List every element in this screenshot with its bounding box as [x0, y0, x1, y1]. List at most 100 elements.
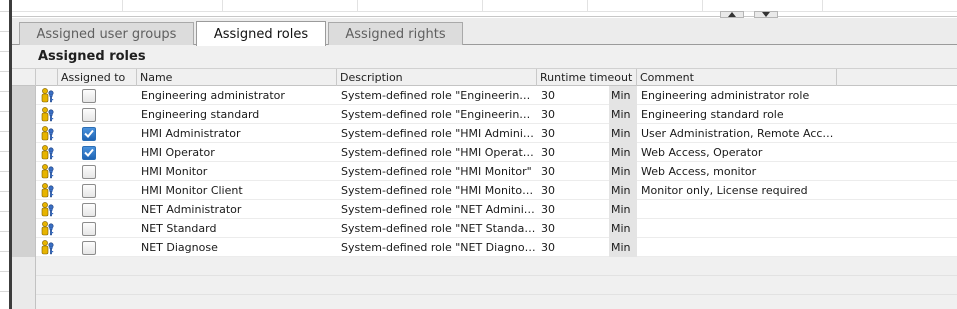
role-name[interactable]: NET Diagnose — [137, 238, 337, 257]
role-icon — [36, 162, 58, 181]
table-row[interactable]: NET Standard System-defined role "NET Sta… — [12, 219, 957, 238]
table-row[interactable]: Engineering administrator System-defined … — [12, 86, 957, 105]
assigned-checkbox[interactable] — [82, 88, 96, 103]
assigned-checkbox[interactable] — [82, 126, 96, 141]
row-handle[interactable] — [12, 105, 36, 124]
table-row[interactable]: HMI Monitor Client System-defined role "H… — [12, 181, 957, 200]
column-header-runtime-timeout[interactable]: Runtime timeout — [537, 69, 637, 86]
runtime-timeout-unit[interactable]: Min — [609, 162, 637, 181]
role-name[interactable]: Engineering administrator — [137, 86, 337, 105]
table-row[interactable]: NET Diagnose System-defined role "NET Dia… — [12, 238, 957, 257]
arrow-down-icon — [762, 12, 770, 17]
assigned-checkbox[interactable] — [82, 240, 96, 255]
left-gutter — [0, 0, 9, 309]
assigned-checkbox[interactable] — [82, 164, 96, 179]
table-row[interactable]: HMI Operator System-defined role "HMI Ope… — [12, 143, 957, 162]
empty-row — [12, 257, 957, 276]
role-comment[interactable]: Web Access, monitor — [637, 162, 837, 181]
upper-table-area — [12, 0, 957, 18]
runtime-timeout-unit[interactable]: Min — [609, 238, 637, 257]
role-comment[interactable] — [637, 219, 837, 238]
column-header-description[interactable]: Description — [337, 69, 537, 86]
role-comment[interactable]: Web Access, Operator — [637, 143, 837, 162]
empty-row — [12, 295, 957, 309]
row-handle[interactable] — [12, 143, 36, 162]
tab-assigned-user-groups[interactable]: Assigned user groups — [19, 22, 194, 45]
tab-assigned-roles[interactable]: Assigned roles — [196, 21, 326, 46]
runtime-timeout-value[interactable]: 30 — [537, 86, 609, 105]
role-icon — [36, 105, 58, 124]
role-name[interactable]: HMI Monitor Client — [137, 181, 337, 200]
role-name[interactable]: HMI Operator — [137, 143, 337, 162]
row-handle[interactable] — [12, 219, 36, 238]
assigned-cell — [58, 143, 137, 162]
assigned-checkbox[interactable] — [82, 221, 96, 236]
runtime-timeout-unit[interactable]: Min — [609, 200, 637, 219]
role-comment[interactable] — [637, 200, 837, 219]
runtime-timeout-unit[interactable]: Min — [609, 124, 637, 143]
splitter-down-button[interactable] — [754, 11, 778, 18]
column-header-assigned-to[interactable]: Assigned to — [58, 69, 137, 86]
role-description[interactable]: System-defined role "HMI Monitor ... — [337, 181, 537, 200]
role-name[interactable]: HMI Administrator — [137, 124, 337, 143]
column-header-comment[interactable]: Comment — [637, 69, 837, 86]
role-description[interactable]: System-defined role "HMI Operator" — [337, 143, 537, 162]
assigned-cell — [58, 162, 137, 181]
table-row[interactable]: NET Administrator System-defined role "NE… — [12, 200, 957, 219]
assigned-checkbox[interactable] — [82, 107, 96, 122]
role-comment[interactable]: Monitor only, License required — [637, 181, 837, 200]
runtime-timeout-unit[interactable]: Min — [609, 181, 637, 200]
runtime-timeout-unit[interactable]: Min — [609, 143, 637, 162]
role-comment[interactable]: Engineering standard role — [637, 105, 837, 124]
assigned-checkbox[interactable] — [82, 202, 96, 217]
runtime-timeout-value[interactable]: 30 — [537, 181, 609, 200]
assigned-cell — [58, 200, 137, 219]
table-row[interactable]: HMI Administrator System-defined role "HM… — [12, 124, 957, 143]
role-description[interactable]: System-defined role "NET Diagnose" — [337, 238, 537, 257]
row-handle[interactable] — [12, 200, 36, 219]
runtime-timeout-value[interactable]: 30 — [537, 143, 609, 162]
role-comment[interactable]: User Administration, Remote Acce... — [637, 124, 837, 143]
row-handle[interactable] — [12, 238, 36, 257]
row-handle[interactable] — [12, 181, 36, 200]
assigned-checkbox[interactable] — [82, 145, 96, 160]
role-icon — [36, 86, 58, 105]
header-row-handle — [12, 69, 36, 86]
splitter-up-button[interactable] — [720, 11, 744, 18]
role-icon — [36, 181, 58, 200]
runtime-timeout-value[interactable]: 30 — [537, 238, 609, 257]
role-name[interactable]: Engineering standard — [137, 105, 337, 124]
role-icon — [36, 124, 58, 143]
runtime-timeout-unit[interactable]: Min — [609, 86, 637, 105]
assigned-cell — [58, 181, 137, 200]
role-description[interactable]: System-defined role "HMI Monitor" — [337, 162, 537, 181]
tab-assigned-rights[interactable]: Assigned rights — [328, 22, 463, 45]
column-header-name[interactable]: Name — [137, 69, 337, 86]
role-name[interactable]: NET Administrator — [137, 200, 337, 219]
role-name[interactable]: HMI Monitor — [137, 162, 337, 181]
runtime-timeout-unit[interactable]: Min — [609, 219, 637, 238]
assigned-checkbox[interactable] — [82, 183, 96, 198]
runtime-timeout-value[interactable]: 30 — [537, 162, 609, 181]
row-handle[interactable] — [12, 124, 36, 143]
runtime-timeout-value[interactable]: 30 — [537, 219, 609, 238]
role-description[interactable]: System-defined role "NET Administ... — [337, 200, 537, 219]
row-handle[interactable] — [12, 162, 36, 181]
runtime-timeout-value[interactable]: 30 — [537, 105, 609, 124]
role-description[interactable]: System-defined role "Engineering a... — [337, 86, 537, 105]
assigned-cell — [58, 105, 137, 124]
runtime-timeout-unit[interactable]: Min — [609, 105, 637, 124]
runtime-timeout-value[interactable]: 30 — [537, 124, 609, 143]
role-description[interactable]: System-defined role "HMI Administ... — [337, 124, 537, 143]
role-comment[interactable]: Engineering administrator role — [637, 86, 837, 105]
runtime-timeout-value[interactable]: 30 — [537, 200, 609, 219]
table-row[interactable]: Engineering standard System-defined role … — [12, 105, 957, 124]
role-name[interactable]: NET Standard — [137, 219, 337, 238]
role-comment[interactable] — [637, 238, 837, 257]
assigned-roles-panel: Assigned roles Assigned to Name Descript… — [12, 45, 957, 309]
role-description[interactable]: System-defined role "Engineering s... — [337, 105, 537, 124]
row-handle[interactable] — [12, 86, 36, 105]
section-title: Assigned roles — [38, 49, 146, 64]
role-description[interactable]: System-defined role "NET Standard" — [337, 219, 537, 238]
table-row[interactable]: HMI Monitor System-defined role "HMI Moni… — [12, 162, 957, 181]
